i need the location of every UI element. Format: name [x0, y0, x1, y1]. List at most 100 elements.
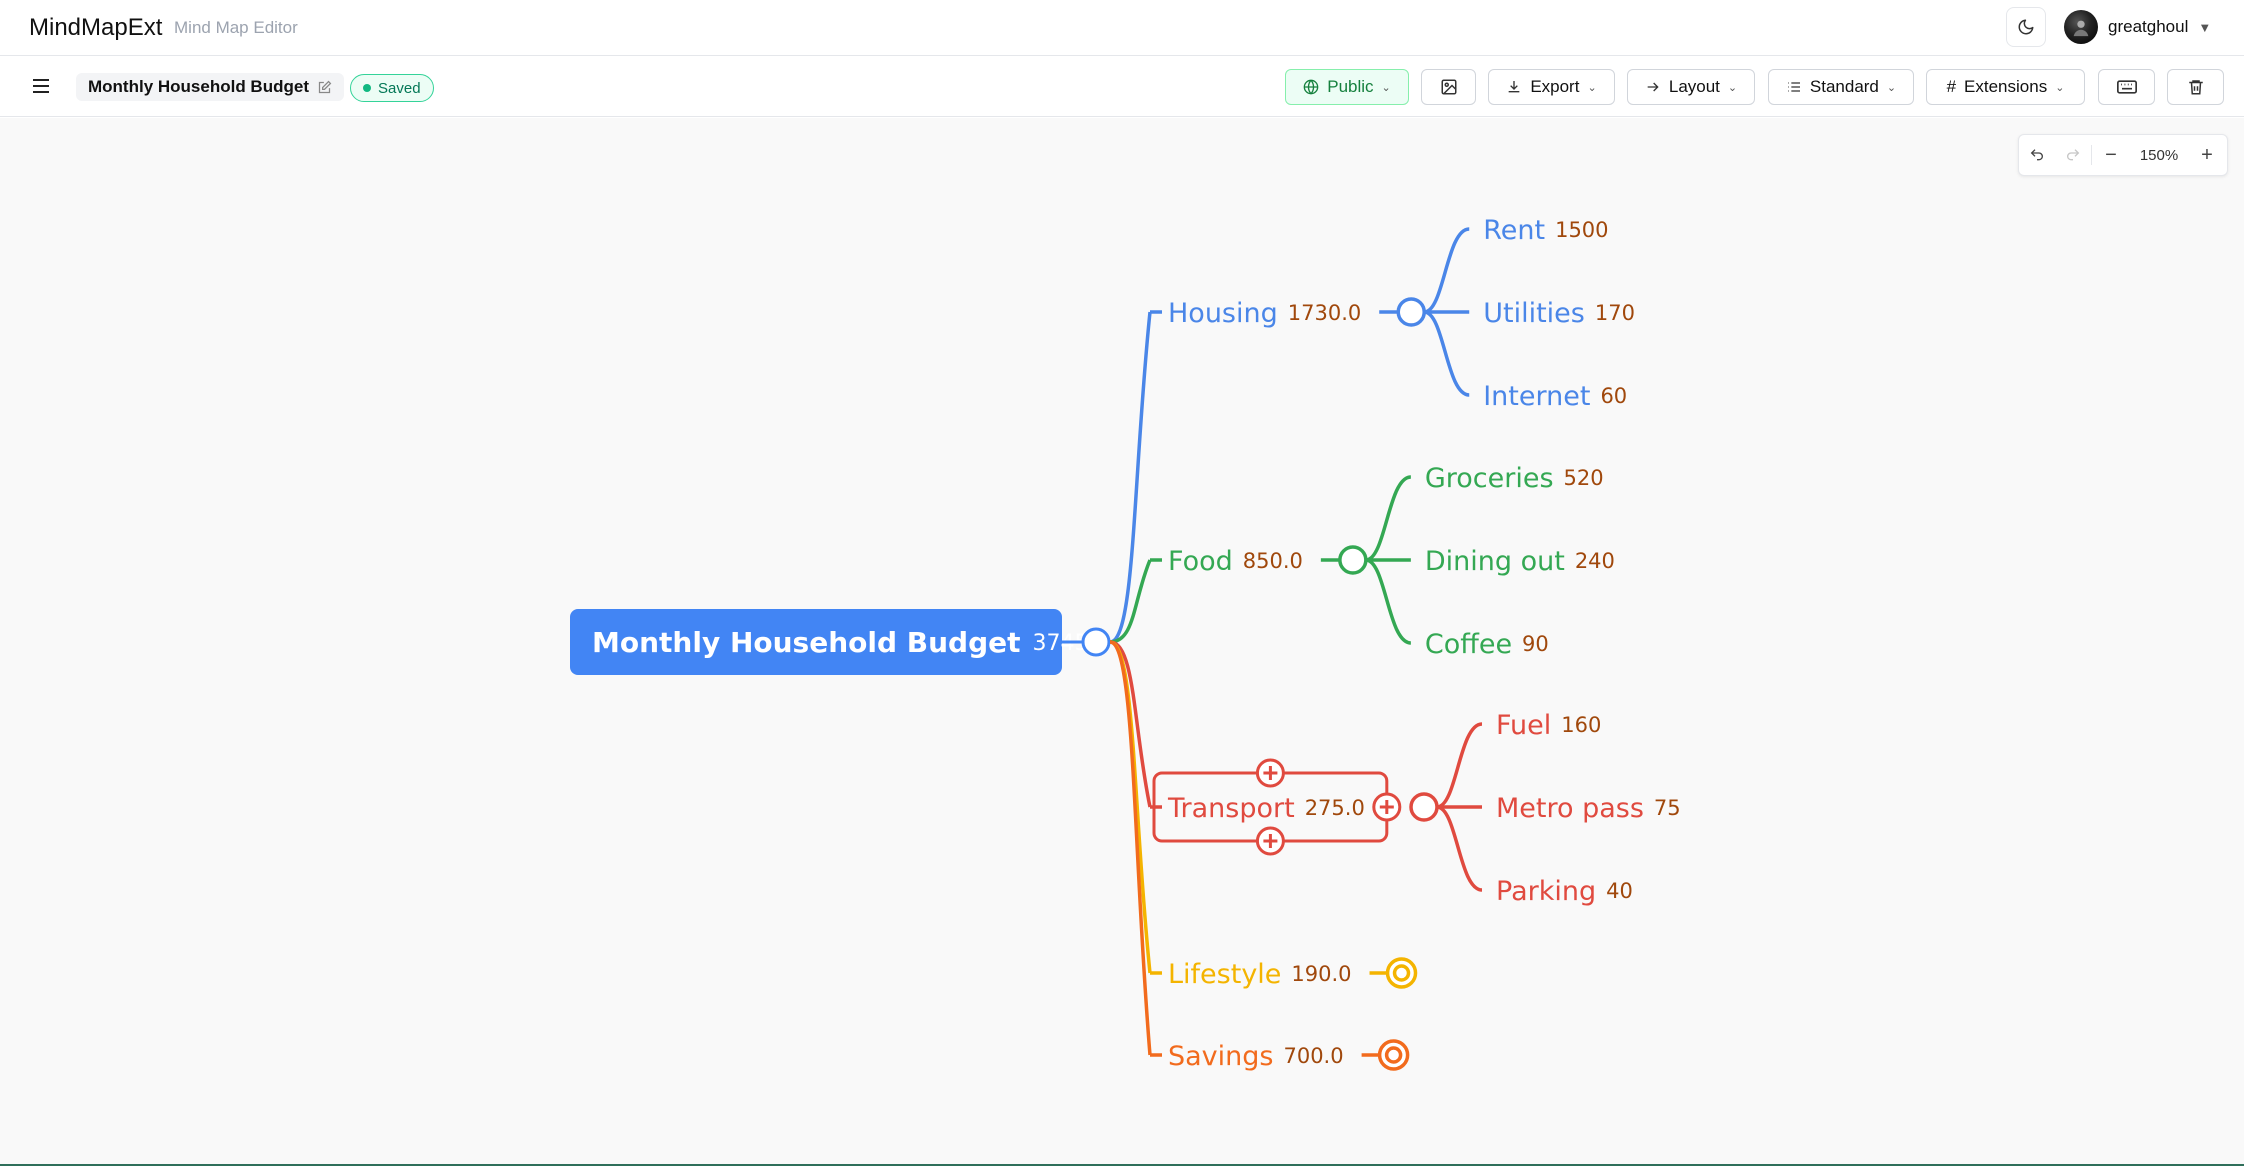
branch-node-savings[interactable]: Savings 700.0 [1168, 1041, 1344, 1072]
avatar [2064, 10, 2098, 44]
add-above-button[interactable] [1255, 758, 1285, 788]
child-node[interactable]: Fuel 160 [1496, 710, 1601, 741]
keyboard-shortcuts-button[interactable] [2098, 69, 2155, 105]
branch-node-food[interactable]: Food 850.0 [1168, 546, 1303, 577]
top-bar: MindMapExt Mind Map Editor greatghoul ▼ [0, 0, 2244, 56]
document-title[interactable]: Monthly Household Budget [76, 73, 344, 101]
child-node-value: 1500 [1555, 218, 1608, 242]
child-node-label: Fuel [1496, 710, 1551, 741]
branch-label-savings: Savings [1168, 1041, 1273, 1072]
child-node-label: Rent [1483, 215, 1545, 246]
add-child-button[interactable] [1372, 792, 1402, 822]
expand-toggle-savings[interactable] [1377, 1039, 1410, 1071]
child-connector [1423, 227, 1470, 314]
extensions-button[interactable]: # Extensions ⌄ [1926, 69, 2085, 105]
keyboard-icon [2116, 80, 2137, 94]
child-node[interactable]: Dining out 240 [1425, 546, 1615, 577]
expand-toggle-lifestyle[interactable] [1385, 957, 1418, 989]
trash-icon [2188, 80, 2203, 95]
status-text: Saved [378, 79, 421, 97]
undo-icon [2030, 149, 2043, 161]
mindmap-svg[interactable]: Monthly Household Budget 3745.0 Housing 173… [0, 118, 2244, 1166]
root-collapse-toggle[interactable] [1081, 627, 1111, 657]
branch-value-lifestyle: 190.0 [1291, 962, 1351, 986]
child-connector [1365, 475, 1412, 562]
zoom-controls: − 150% + [2018, 134, 2228, 176]
branch-label-housing: Housing [1168, 298, 1278, 329]
list-icon [1787, 82, 1800, 92]
child-node[interactable]: Internet 60 [1483, 381, 1627, 412]
undo-button[interactable] [2019, 135, 2055, 175]
chevron-down-icon: ▼ [2198, 19, 2212, 35]
child-node-value: 240 [1575, 549, 1615, 573]
zoom-in-button[interactable]: + [2188, 135, 2226, 175]
extensions-label: Extensions [1964, 77, 2048, 96]
download-icon [1508, 81, 1520, 93]
child-node-label: Parking [1496, 876, 1596, 907]
root-node-label: Monthly Household Budget [592, 626, 1021, 659]
moon-icon [2018, 19, 2034, 35]
child-node-value: 170 [1595, 301, 1635, 325]
branch-label-food: Food [1168, 546, 1233, 577]
arrow-right-icon [1647, 82, 1659, 92]
export-button[interactable]: Export ⌄ [1488, 69, 1615, 105]
child-node[interactable]: Groceries 520 [1425, 463, 1604, 494]
zoom-level: 150% [2139, 146, 2179, 164]
child-node-label: Internet [1483, 381, 1590, 412]
child-node-value: 75 [1654, 796, 1681, 820]
branch-label-lifestyle: Lifestyle [1168, 959, 1281, 990]
child-connector [1423, 310, 1470, 397]
child-node[interactable]: Coffee 90 [1425, 629, 1549, 660]
branch-value-savings: 700.0 [1283, 1044, 1343, 1068]
root-node[interactable]: Monthly Household Budget 3745.0 [570, 609, 1109, 675]
status-dot [363, 84, 371, 92]
theme-toggle-button[interactable] [2006, 7, 2046, 47]
child-node-value: 90 [1522, 632, 1549, 656]
child-node-label: Dining out [1425, 546, 1565, 577]
child-node[interactable]: Rent 1500 [1483, 215, 1608, 246]
collapse-toggle-transport[interactable] [1409, 792, 1439, 822]
menu-icon [33, 79, 49, 93]
collapse-toggle-housing[interactable] [1396, 297, 1426, 327]
status-badge: Saved [350, 74, 434, 102]
user-menu[interactable]: greatghoul ▼ [2064, 10, 2211, 44]
edit-icon[interactable] [317, 80, 332, 95]
child-node-label: Utilities [1483, 298, 1585, 329]
hash-icon: # [1946, 77, 1957, 96]
branch-value-transport: 275.0 [1305, 796, 1365, 820]
chevron-down-icon: ⌄ [1587, 81, 1597, 94]
branch-node-lifestyle[interactable]: Lifestyle 190.0 [1168, 959, 1352, 990]
username: greatghoul [2108, 17, 2189, 36]
menu-button[interactable] [30, 75, 52, 97]
visibility-button[interactable]: Public ⌄ [1285, 69, 1409, 105]
redo-icon [2067, 149, 2080, 161]
style-label: Standard [1809, 77, 1879, 96]
layout-label: Layout [1668, 77, 1720, 96]
child-node[interactable]: Utilities 170 [1483, 298, 1635, 329]
layout-button[interactable]: Layout ⌄ [1627, 69, 1755, 105]
branch-connector-lifestyle [1109, 640, 1152, 974]
child-node-value: 60 [1600, 384, 1627, 408]
chevron-down-icon: ⌄ [1886, 81, 1897, 94]
image-button[interactable] [1421, 69, 1476, 105]
redo-button[interactable] [2055, 135, 2091, 175]
zoom-out-button[interactable]: − [2092, 135, 2130, 175]
style-button[interactable]: Standard ⌄ [1768, 69, 1914, 105]
child-node[interactable]: Metro pass 75 [1496, 793, 1681, 824]
collapse-toggle-food[interactable] [1338, 545, 1368, 575]
branch-node-housing[interactable]: Housing 1730.0 [1168, 298, 1361, 329]
child-node-value: 160 [1561, 713, 1601, 737]
app-name: MindMapExt [29, 14, 163, 41]
collapsed-indicator-icon [1385, 957, 1418, 989]
chevron-down-icon: ⌄ [1381, 81, 1391, 94]
branch-value-housing: 1730.0 [1288, 301, 1361, 325]
child-node[interactable]: Parking 40 [1496, 876, 1633, 907]
child-node-label: Groceries [1425, 463, 1554, 494]
export-label: Export [1530, 77, 1580, 96]
add-below-button[interactable] [1255, 826, 1285, 856]
globe-icon [1303, 79, 1319, 95]
mindmap-canvas[interactable]: Monthly Household Budget 3745.0 Housing 173… [0, 118, 2244, 1166]
delete-button[interactable] [2167, 69, 2224, 105]
avatar-icon [2073, 20, 2089, 37]
child-connector [1365, 558, 1412, 645]
